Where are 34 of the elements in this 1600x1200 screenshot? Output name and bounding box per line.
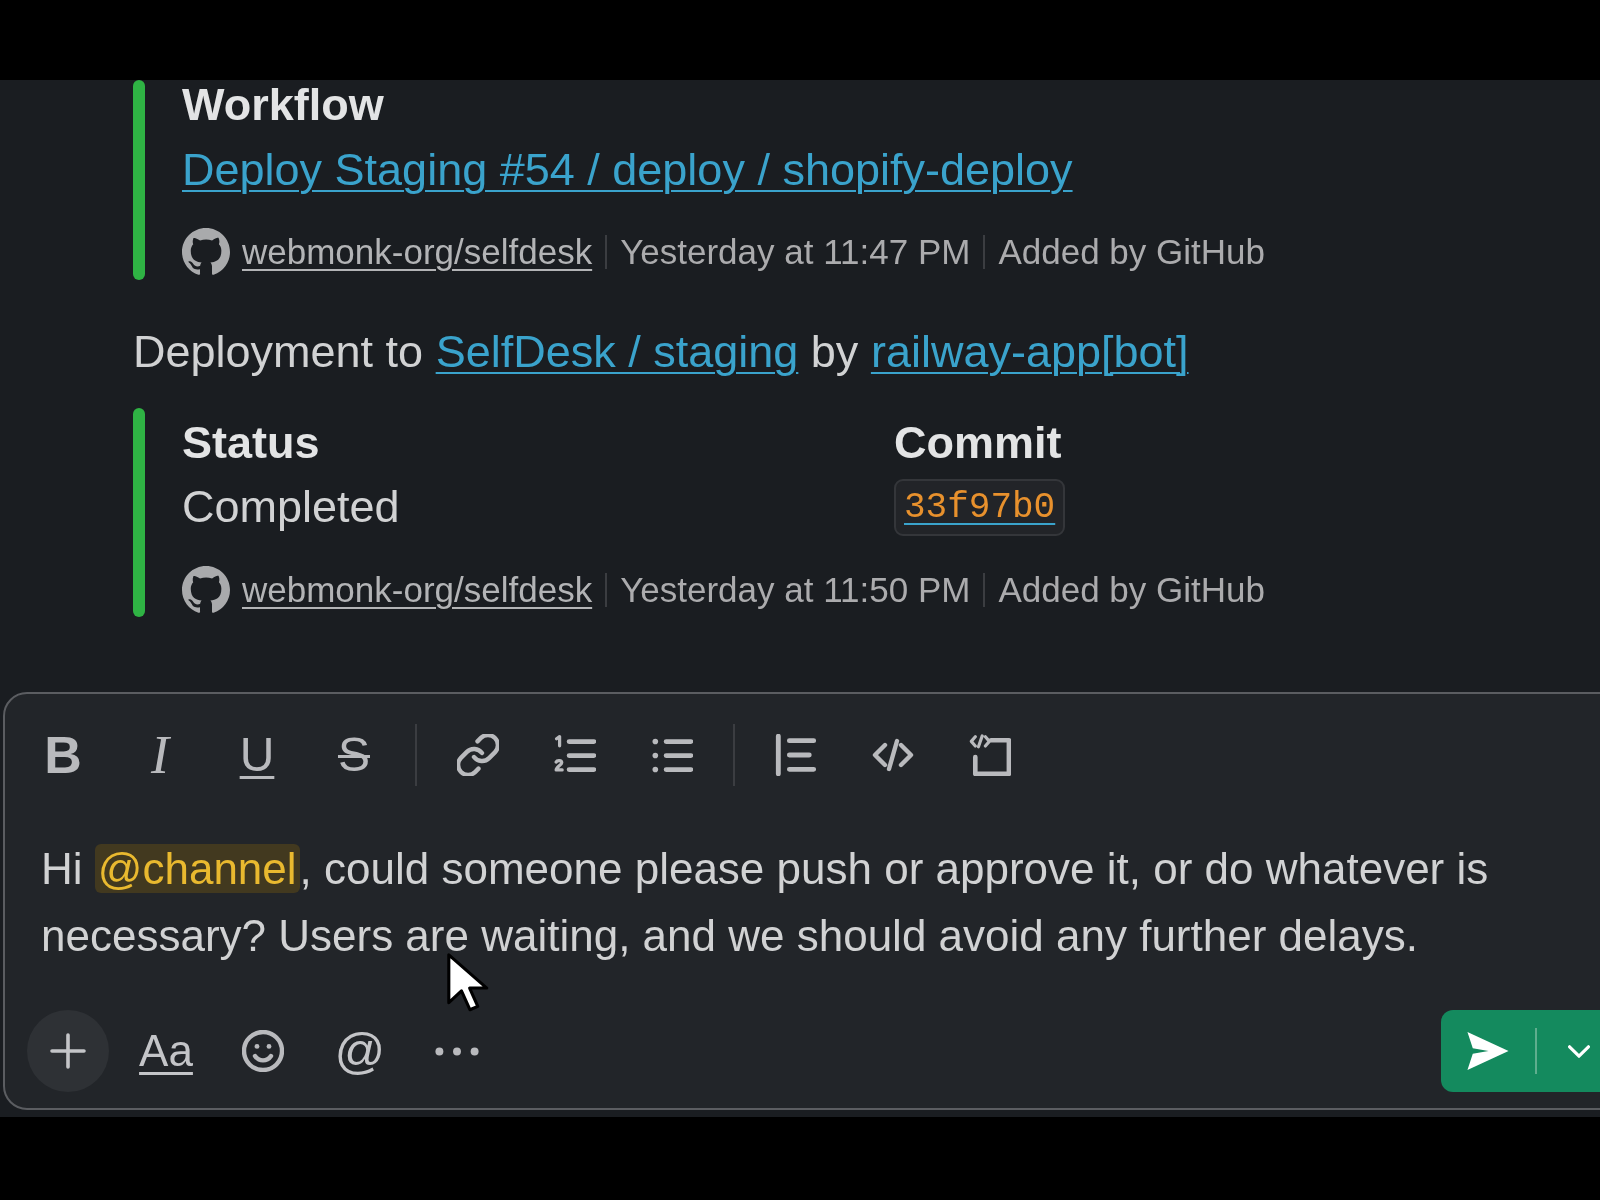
code-block-icon [969, 734, 1011, 776]
source-label: Added by GitHub [998, 232, 1265, 272]
blockquote-icon [775, 734, 817, 776]
field-label: Status [182, 416, 321, 470]
link-icon [457, 734, 499, 776]
repository-link[interactable]: webmonk-org/selfdesk [242, 570, 593, 610]
send-button[interactable] [1441, 1010, 1535, 1092]
text-link[interactable]: SelfDesk / staging [435, 326, 799, 377]
attachment-title: Workflow [182, 80, 385, 130]
plus-icon [50, 1033, 86, 1069]
strikethrough-button[interactable]: S [322, 727, 386, 783]
caret-icon [1568, 1044, 1590, 1058]
message-text: Deployment to SelfDesk / staging by railway-app[bot] [133, 325, 1190, 379]
smiley-icon [242, 1030, 284, 1072]
text-link[interactable]: railway-app[bot] [870, 326, 1189, 377]
mention-button[interactable]: @ [328, 1019, 392, 1083]
cat-logo-icon [182, 228, 230, 276]
send-icon [1466, 1031, 1510, 1071]
message-input[interactable]: Hi @channel, could someone please push or approve it, or do whatever is necessary? Users are waiting, and we should avoid any further delays. [41, 835, 1571, 969]
field-label: Commit [894, 416, 1063, 470]
commit-link[interactable]: 33f97b0 [894, 478, 1066, 536]
ellipsis-icon [435, 1046, 479, 1056]
italic-button[interactable]: I [128, 727, 192, 783]
source-label: Added by GitHub [998, 570, 1265, 610]
timestamp: Yesterday at 11:47 PM [620, 232, 971, 272]
cat-logo-icon [182, 566, 230, 614]
channel-mention[interactable]: @channel [94, 844, 300, 893]
bold-button[interactable]: B [31, 727, 95, 783]
workflow-link[interactable]: Deploy Staging #54 / deploy / shopify-deploy [182, 144, 1073, 195]
text-format-button[interactable]: Aa [134, 1019, 198, 1083]
repository-link[interactable]: webmonk-org/selfdesk [242, 232, 593, 272]
field-value: Completed [182, 481, 400, 533]
underline-button[interactable]: U [225, 727, 289, 783]
timestamp: Yesterday at 11:50 PM [620, 570, 971, 610]
